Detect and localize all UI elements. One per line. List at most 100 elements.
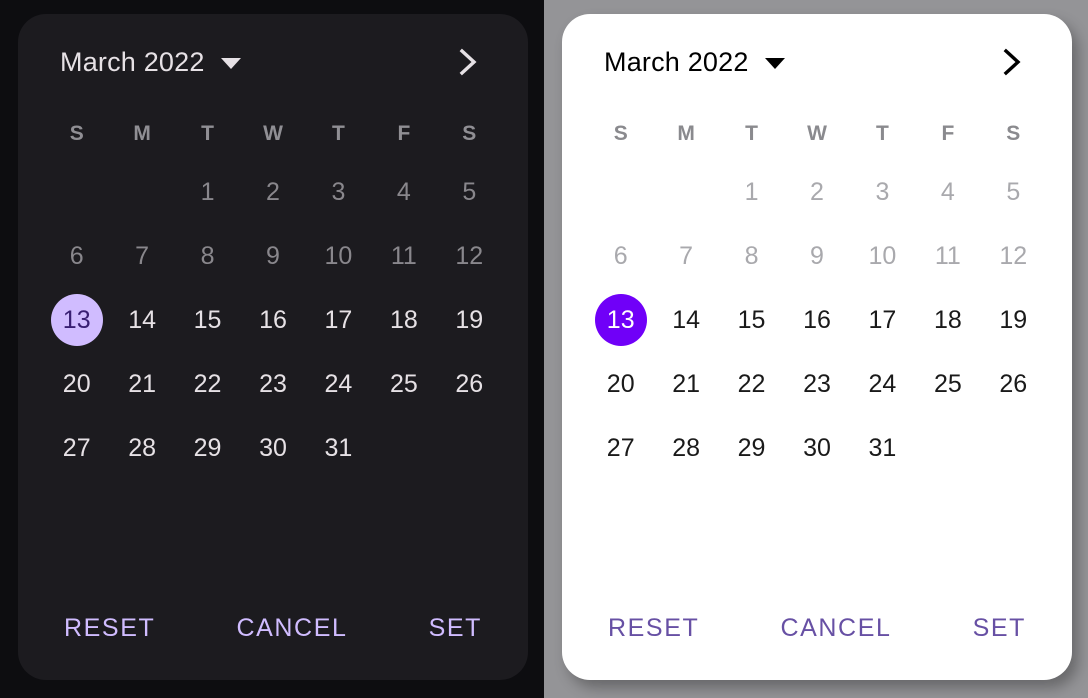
- day-cell-26[interactable]: 26: [987, 358, 1039, 410]
- month-year-selector[interactable]: March 2022: [60, 46, 241, 77]
- day-cell-17[interactable]: 17: [312, 294, 364, 346]
- day-cell-17[interactable]: 17: [856, 294, 908, 346]
- weekday-label-mon: M: [677, 121, 695, 145]
- day-cell-12: 12: [455, 241, 484, 270]
- next-month-button[interactable]: [992, 42, 1032, 82]
- day-cell-27[interactable]: 27: [51, 422, 103, 474]
- day-cell-29[interactable]: 29: [182, 422, 234, 474]
- set-button[interactable]: SET: [425, 610, 486, 647]
- day-cell-6: 6: [69, 241, 84, 270]
- day-cell-28[interactable]: 28: [116, 422, 168, 474]
- weekday-label-wed: W: [263, 121, 283, 145]
- reset-button[interactable]: RESET: [604, 610, 703, 647]
- cancel-button[interactable]: CANCEL: [776, 610, 895, 647]
- day-cell-30[interactable]: 30: [791, 422, 843, 474]
- day-cell-12: 12: [999, 241, 1028, 270]
- day-cell-1: 1: [744, 177, 759, 206]
- day-cell-18[interactable]: 18: [378, 294, 430, 346]
- day-cell-15[interactable]: 15: [726, 294, 778, 346]
- weekday-label-tue: T: [201, 121, 214, 145]
- day-cell-22[interactable]: 22: [182, 358, 234, 410]
- day-cell-4: 4: [396, 177, 411, 206]
- date-picker-header: March 2022: [44, 14, 502, 110]
- day-cell-11: 11: [390, 241, 417, 270]
- day-cell-24[interactable]: 24: [856, 358, 908, 410]
- day-cell-5: 5: [462, 177, 477, 206]
- reset-button[interactable]: RESET: [60, 610, 159, 647]
- day-cell-28[interactable]: 28: [660, 422, 712, 474]
- day-cell-7: 7: [135, 241, 150, 270]
- day-cell-21[interactable]: 21: [660, 358, 712, 410]
- day-cell-empty: [595, 166, 647, 218]
- day-cell-16[interactable]: 16: [247, 294, 299, 346]
- day-cell-empty: [116, 166, 168, 218]
- cancel-button[interactable]: CANCEL: [232, 610, 351, 647]
- day-cell-8: 8: [744, 241, 759, 270]
- day-cell-20[interactable]: 20: [51, 358, 103, 410]
- day-cell-22[interactable]: 22: [726, 358, 778, 410]
- weekday-label-sun: S: [613, 121, 628, 145]
- day-cell-25[interactable]: 25: [922, 358, 974, 410]
- day-cell-5: 5: [1006, 177, 1021, 206]
- weekday-label-fri: F: [397, 121, 411, 145]
- day-cell-empty: [660, 166, 712, 218]
- day-cell-6: 6: [613, 241, 628, 270]
- date-picker-header: March 2022: [588, 14, 1046, 110]
- day-cell-3: 3: [331, 177, 346, 206]
- day-cell-20[interactable]: 20: [595, 358, 647, 410]
- day-cell-1: 1: [200, 177, 215, 206]
- chevron-right-icon: [1003, 48, 1021, 76]
- day-cell-26[interactable]: 26: [443, 358, 495, 410]
- day-grid: 1 2 3 4 5 6 7 8 9 10 11 12 13 14 15 16 17 18 19 20 21 22 23 24 2…: [44, 156, 502, 584]
- day-cell-11: 11: [934, 241, 961, 270]
- day-cell-3: 3: [875, 177, 890, 206]
- weekday-label-tue: T: [745, 121, 758, 145]
- day-cell-30[interactable]: 30: [247, 422, 299, 474]
- day-cell-24[interactable]: 24: [312, 358, 364, 410]
- day-cell-19[interactable]: 19: [443, 294, 495, 346]
- chevron-down-icon: [764, 58, 785, 69]
- day-cell-empty: [378, 422, 430, 474]
- month-year-label: March 2022: [60, 46, 205, 77]
- month-year-selector[interactable]: March 2022: [604, 46, 785, 77]
- day-cell-16[interactable]: 16: [791, 294, 843, 346]
- chevron-down-icon: [220, 58, 241, 69]
- dark-theme-backdrop: March 2022 S M T W T F S 1 2 3 4 5 6 7 8 9 10 11 12…: [0, 0, 544, 698]
- day-cell-23[interactable]: 23: [791, 358, 843, 410]
- day-cell-empty: [987, 422, 1039, 474]
- weekday-label-thu: T: [876, 121, 889, 145]
- weekday-header-row: S M T W T F S: [44, 110, 502, 156]
- day-cell-15[interactable]: 15: [182, 294, 234, 346]
- date-picker-light: March 2022 S M T W T F S 1 2 3 4 5 6 7 8 9 10 11 12…: [562, 14, 1072, 680]
- day-cell-14[interactable]: 14: [660, 294, 712, 346]
- day-cell-empty: [922, 422, 974, 474]
- day-cell-27[interactable]: 27: [595, 422, 647, 474]
- day-cell-2: 2: [266, 177, 280, 206]
- chevron-right-icon: [459, 48, 477, 76]
- day-cell-9: 9: [810, 241, 824, 270]
- day-cell-14[interactable]: 14: [116, 294, 168, 346]
- day-cell-9: 9: [266, 241, 280, 270]
- set-button[interactable]: SET: [969, 610, 1030, 647]
- screenshot-stage: March 2022 S M T W T F S 1 2 3 4 5 6 7 8 9 10 11 12…: [0, 0, 1088, 698]
- day-cell-29[interactable]: 29: [726, 422, 778, 474]
- day-cell-31[interactable]: 31: [856, 422, 908, 474]
- month-year-label: March 2022: [604, 46, 749, 77]
- weekday-label-mon: M: [133, 121, 151, 145]
- day-cell-25[interactable]: 25: [378, 358, 430, 410]
- day-cell-selected-13[interactable]: 13: [50, 294, 103, 346]
- day-cell-empty: [443, 422, 495, 474]
- day-cell-19[interactable]: 19: [987, 294, 1039, 346]
- day-cell-7: 7: [679, 241, 694, 270]
- day-cell-10: 10: [868, 241, 897, 270]
- weekday-label-fri: F: [941, 121, 955, 145]
- day-grid: 1 2 3 4 5 6 7 8 9 10 11 12 13 14 15 16 17 18 19 20 21 22 23 24 2…: [588, 156, 1046, 584]
- day-cell-18[interactable]: 18: [922, 294, 974, 346]
- day-cell-23[interactable]: 23: [247, 358, 299, 410]
- weekday-header-row: S M T W T F S: [588, 110, 1046, 156]
- day-cell-selected-13[interactable]: 13: [594, 294, 647, 346]
- day-cell-31[interactable]: 31: [312, 422, 364, 474]
- day-cell-21[interactable]: 21: [116, 358, 168, 410]
- next-month-button[interactable]: [448, 42, 488, 82]
- date-picker-actions: RESET CANCEL SET: [44, 584, 502, 680]
